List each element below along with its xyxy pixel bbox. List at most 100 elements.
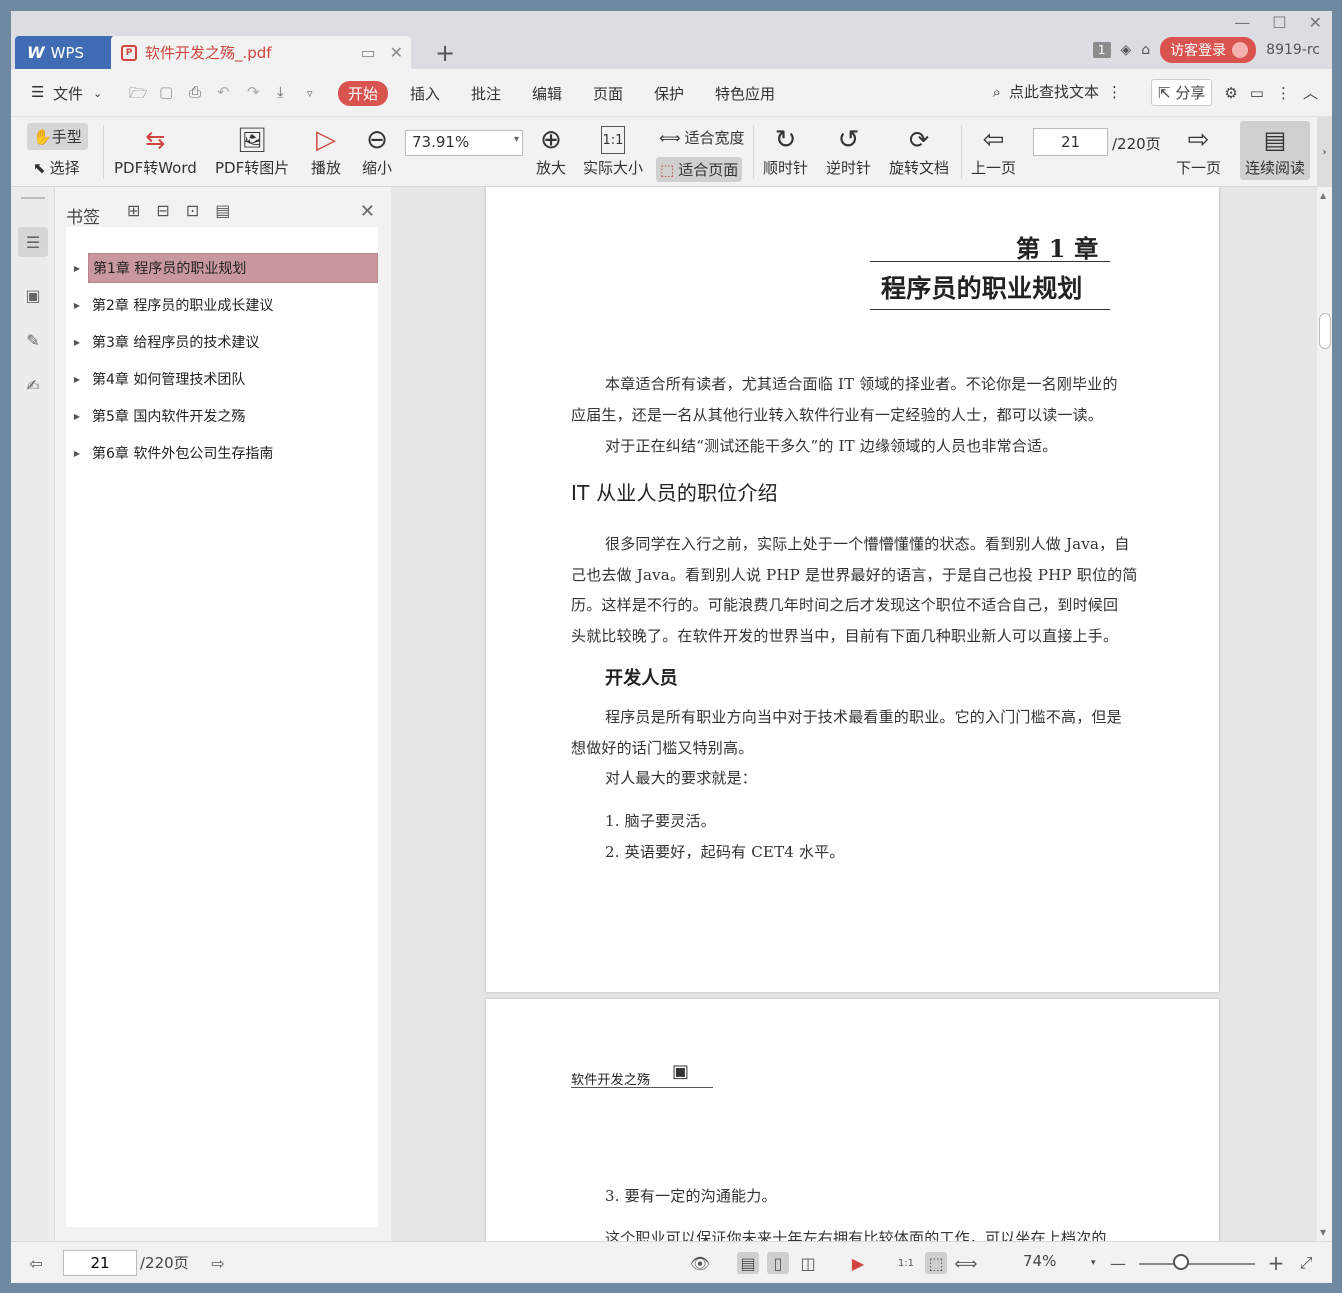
fit-page-button[interactable]: ⬚ 适合页面 — [656, 157, 743, 182]
zoom-plus-icon[interactable]: + — [1265, 1251, 1287, 1275]
bookmark-title: 书签 — [66, 208, 100, 228]
bookmark-item[interactable]: ▶ 第6章 软件外包公司生存指南 — [66, 435, 378, 471]
menu-annotate[interactable]: 批注 — [465, 81, 507, 106]
play-icon: ▷ — [316, 125, 336, 155]
actual-size-button[interactable]: 1:1 实际大小 — [583, 123, 643, 178]
actual-size-status-icon[interactable]: 1:1 — [895, 1252, 917, 1274]
find-text-box[interactable]: ⌕ 点此查找文本 ⋮ — [993, 81, 1122, 102]
guest-login-button[interactable]: 访客登录 — [1160, 37, 1257, 63]
document-view[interactable]: 第 1 章 程序员的职业规划 本章适合所有读者，尤其适合面临 IT 领域的择业者… — [391, 187, 1317, 1241]
add-bookmark-icon[interactable]: ⊞ — [127, 201, 140, 220]
bookmark-item[interactable]: ▶ 第4章 如何管理技术团队 — [66, 361, 378, 397]
pdf-to-image-icon: 🖼 — [236, 126, 268, 154]
more-vertical-icon[interactable]: ⋮ — [1107, 83, 1122, 101]
zoom-dropdown-icon[interactable]: ▾ — [1091, 1258, 1096, 1268]
comment-icon[interactable]: ▭ — [1250, 84, 1264, 102]
more-icon[interactable]: ⋮ — [1276, 84, 1291, 102]
fit-width-status-icon[interactable]: ⟺ — [955, 1252, 978, 1274]
chevron-down-icon[interactable]: ⌄ — [87, 85, 108, 102]
collapse-ribbon-icon[interactable]: ︿ — [1303, 82, 1318, 103]
window-count-badge[interactable]: 1 — [1092, 42, 1111, 58]
next-page-status-icon[interactable]: ⇨ — [207, 1252, 229, 1274]
bookmark-item[interactable]: ▶ 第5章 国内软件开发之殇 — [66, 398, 378, 434]
status-page-input[interactable]: 21 — [63, 1250, 137, 1276]
bookmark-item[interactable]: ▶ 第3章 给程序员的技术建议 — [66, 324, 378, 360]
menu-file[interactable]: 文件 — [47, 81, 89, 106]
pdf-file-icon: P — [121, 44, 137, 61]
rotate-cw-button[interactable]: ↻ 顺时针 — [763, 123, 808, 178]
menu-protect[interactable]: 保护 — [648, 81, 690, 106]
signature-icon[interactable]: ✍ — [21, 373, 45, 397]
shirt-icon[interactable]: ⌂ — [1141, 42, 1150, 58]
menu-insert[interactable]: 插入 — [404, 81, 446, 106]
zoom-in-button[interactable]: ⊕ 放大 — [536, 123, 566, 178]
expand-icon: ▶ — [73, 300, 81, 310]
play-button[interactable]: ▷ 播放 — [311, 123, 341, 178]
hand-tool-button[interactable]: ✋ 手型 — [27, 123, 88, 150]
print-icon[interactable]: ⎙ — [183, 81, 207, 103]
pdf-to-word-button[interactable]: ⇆ PDF转Word — [114, 123, 197, 178]
scroll-thumb[interactable] — [1319, 313, 1331, 349]
expand-icon: ▶ — [73, 411, 81, 421]
new-sub-bookmark-icon[interactable]: ⊡ — [186, 201, 199, 220]
settings-icon[interactable]: ⚙ — [1224, 84, 1237, 102]
rotate-doc-button[interactable]: ⟳ 旋转文档 — [889, 123, 949, 178]
skin-icon[interactable]: ◈ — [1121, 42, 1132, 58]
fit-width-button[interactable]: ⟺ 适合宽度 — [659, 127, 745, 148]
zoom-select[interactable]: 73.91% — [405, 130, 523, 156]
continuous-read-button[interactable]: ▤ 连续阅读 — [1240, 121, 1311, 180]
undo-icon[interactable]: ↶ — [211, 81, 236, 103]
bookmark-item[interactable]: ▶ 第1章 程序员的职业规划 — [66, 250, 378, 286]
page-number-input[interactable]: 21 — [1033, 128, 1108, 156]
vertical-scrollbar[interactable]: ▲ ▼ — [1317, 187, 1332, 1241]
zoom-minus-icon[interactable]: — — [1107, 1252, 1129, 1274]
document-tab[interactable]: P 软件开发之殇_.pdf ▭ ✕ — [111, 36, 411, 69]
fit-page-status-icon[interactable]: ⬚ — [925, 1252, 947, 1274]
menu-special[interactable]: 特色应用 — [709, 81, 781, 106]
continuous-view-icon[interactable]: ▤ — [737, 1252, 759, 1274]
menu-start[interactable]: 开始 — [338, 81, 389, 106]
monitor-icon[interactable]: ▭ — [360, 43, 375, 62]
toolbar-scroll-right[interactable]: › — [1317, 117, 1332, 187]
play-status-icon[interactable]: ▶ — [847, 1252, 869, 1274]
redo-icon[interactable]: ↷ — [241, 81, 266, 103]
menu-page[interactable]: 页面 — [587, 81, 629, 106]
next-page-button[interactable]: ⇨ 下一页 — [1176, 123, 1221, 178]
bookmark-item[interactable]: ▶ 第2章 程序员的职业成长建议 — [66, 287, 378, 323]
thumbnail-icon[interactable]: ▣ — [21, 283, 45, 307]
single-page-icon[interactable]: ▯ — [767, 1252, 789, 1274]
share-button[interactable]: ⇱ 分享 — [1150, 79, 1213, 106]
wps-home-tab[interactable]: W WPS — [15, 36, 115, 69]
open-folder-icon[interactable]: 🗁 — [123, 81, 154, 110]
menu-bar: ☰ 文件 ⌄ 🗁 ▢ ⎙ ↶ ↷ ⤓ ▿ 开始 插入 批注 编辑 页面 保护 特… — [11, 69, 1332, 117]
export-icon[interactable]: ⤓ — [271, 81, 290, 103]
minimize-icon[interactable]: — — [1234, 13, 1250, 32]
select-tool-button[interactable]: ⬉ 选择 — [33, 157, 80, 178]
prev-page-button[interactable]: ⇦ 上一页 — [971, 123, 1016, 178]
zoom-out-button[interactable]: ⊖ 缩小 — [362, 123, 392, 178]
close-window-icon[interactable]: ✕ — [1309, 13, 1322, 32]
running-header: 软件开发之殇 — [571, 1073, 651, 1088]
double-page-icon[interactable]: ◫ — [797, 1252, 819, 1274]
bookmark-settings-icon[interactable]: ▤ — [215, 201, 230, 220]
annotation-icon[interactable]: ✎ — [21, 328, 45, 352]
eye-protect-icon[interactable]: 👁 — [689, 1252, 711, 1274]
menu-edit[interactable]: 编辑 — [526, 81, 568, 106]
zoom-slider-knob[interactable] — [1173, 1254, 1189, 1270]
close-panel-icon[interactable]: ✕ — [360, 201, 375, 222]
rotate-cw-icon: ↻ — [774, 125, 797, 155]
more-chevron-icon[interactable]: ▿ — [301, 85, 319, 102]
close-tab-icon[interactable]: ✕ — [390, 43, 403, 62]
new-tab-button[interactable]: + — [431, 36, 459, 69]
pdf-to-image-button[interactable]: 🖼 PDF转图片 — [215, 123, 289, 178]
rotate-ccw-button[interactable]: ↺ 逆时针 — [826, 123, 871, 178]
bookmark-list-icon[interactable]: ☰ — [18, 227, 48, 257]
prev-page-status-icon[interactable]: ⇦ — [25, 1252, 47, 1274]
zoom-slider[interactable] — [1139, 1263, 1255, 1265]
fullscreen-icon[interactable]: ⤢ — [1295, 1252, 1317, 1274]
save-icon[interactable]: ▢ — [153, 81, 179, 103]
collapse-bookmark-icon[interactable]: ⊟ — [156, 201, 169, 220]
zoom-level[interactable]: 74% — [1023, 1252, 1056, 1270]
maximize-icon[interactable]: ☐ — [1272, 13, 1286, 32]
zoom-in-icon: ⊕ — [540, 125, 562, 155]
